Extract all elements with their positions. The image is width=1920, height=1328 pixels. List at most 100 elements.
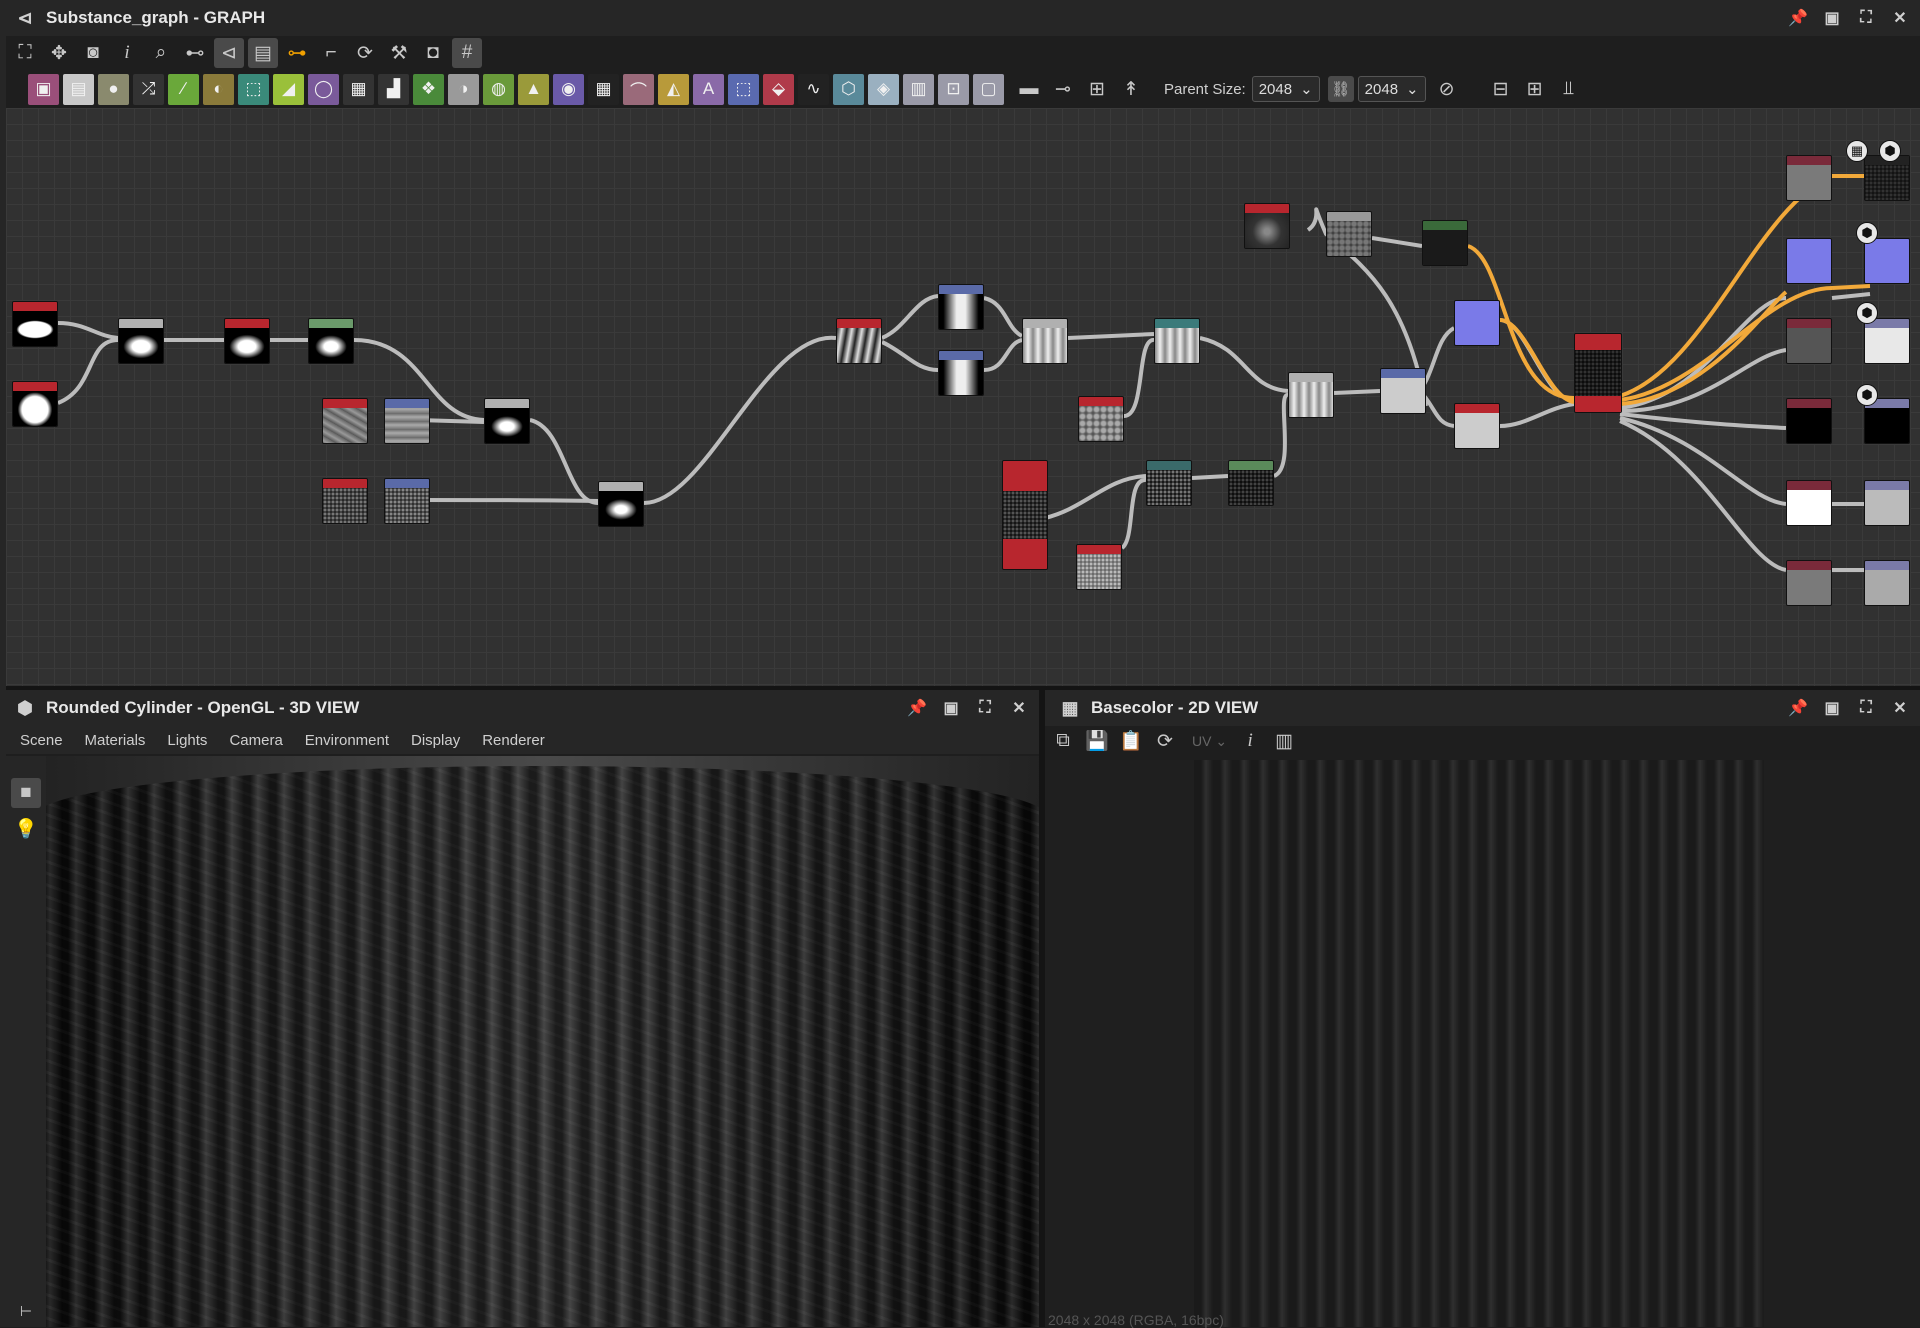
gradient-map-node-button[interactable]: ⊡ bbox=[938, 73, 969, 105]
crop-node-button[interactable]: ⬚ bbox=[728, 73, 759, 105]
pin-icon[interactable]: 📌 bbox=[907, 698, 927, 718]
levels-node-button[interactable]: ◐ bbox=[203, 73, 234, 105]
value-node-button[interactable]: ∿ bbox=[798, 73, 829, 105]
clipboard-icon[interactable]: 📋 bbox=[1116, 726, 1146, 756]
menu-scene[interactable]: Scene bbox=[20, 732, 63, 749]
close-icon[interactable]: ✕ bbox=[1890, 698, 1910, 718]
restore-icon[interactable]: ▣ bbox=[1822, 698, 1842, 718]
gradient-node-button[interactable]: ◢ bbox=[273, 73, 304, 105]
light-bulb-icon[interactable]: 💡 bbox=[11, 814, 41, 844]
graph-node-shape-a[interactable] bbox=[12, 301, 58, 347]
output-3d-icon[interactable]: ⬢ bbox=[1856, 222, 1878, 244]
distance-node-button[interactable]: ⬡ bbox=[833, 73, 864, 105]
pin-tool-icon[interactable]: ⊸ bbox=[1048, 74, 1078, 104]
graph-node-pbr-material[interactable] bbox=[1574, 333, 1622, 413]
menu-environment[interactable]: Environment bbox=[305, 732, 389, 749]
graph-node-noise-c[interactable] bbox=[1078, 396, 1124, 442]
svg-node-button[interactable]: ▤ bbox=[63, 73, 94, 105]
camera-icon[interactable]: ■ bbox=[11, 778, 41, 808]
graph-node-blend-d[interactable] bbox=[1022, 318, 1068, 364]
frame-all-icon[interactable]: ⛶ bbox=[10, 38, 40, 68]
graph-node-curve[interactable] bbox=[1422, 220, 1468, 266]
graph-node-levels-a[interactable] bbox=[224, 318, 270, 364]
pin-icon[interactable]: 📌 bbox=[1788, 8, 1808, 28]
switch-node-button[interactable]: ⤮ bbox=[133, 73, 164, 105]
graph-node-warp-a[interactable] bbox=[384, 398, 430, 444]
restore-icon[interactable]: ▣ bbox=[941, 698, 961, 718]
graph-node-out-normal-src[interactable] bbox=[1786, 238, 1832, 284]
align-h-icon[interactable]: ⊟ bbox=[1486, 74, 1516, 104]
output-3d-icon[interactable]: ⬢ bbox=[1856, 302, 1878, 324]
emboss-node-button[interactable]: ▥ bbox=[903, 73, 934, 105]
parent-size-select-a[interactable]: 2048 ⌄ bbox=[1251, 76, 1320, 102]
graph-node-transform-c[interactable] bbox=[1146, 460, 1192, 506]
graph-node-transform-d[interactable] bbox=[1228, 460, 1274, 506]
align-v-icon[interactable]: ⊞ bbox=[1520, 74, 1550, 104]
grid-icon[interactable]: # bbox=[452, 38, 482, 68]
graph-node-noise-b[interactable] bbox=[322, 478, 368, 524]
graph-node-gradient-b[interactable] bbox=[938, 350, 984, 396]
arrow-icon[interactable]: ↟ bbox=[1116, 74, 1146, 104]
graph-node-out-height[interactable] bbox=[1864, 480, 1910, 526]
close-icon[interactable]: ✕ bbox=[1009, 698, 1029, 718]
graph-node-out-roughness[interactable] bbox=[1864, 318, 1910, 364]
graph-node-out-ao[interactable] bbox=[1864, 560, 1910, 606]
tools-icon[interactable]: ⚒ bbox=[384, 38, 414, 68]
scene-tree-icon[interactable]: ⊢ bbox=[11, 1296, 41, 1326]
output-3d-icon[interactable]: ⬢ bbox=[1879, 140, 1901, 162]
graph-node-color-a[interactable] bbox=[1454, 300, 1500, 346]
graph-node-height-blend[interactable] bbox=[1454, 403, 1500, 449]
graph-node-noise-e[interactable] bbox=[1244, 203, 1290, 249]
link-icon[interactable]: ⊶ bbox=[282, 38, 312, 68]
comment-icon[interactable]: ▬ bbox=[1014, 74, 1044, 104]
snapshot-icon[interactable]: ◘ bbox=[418, 38, 448, 68]
mirror-node-button[interactable]: ◭ bbox=[658, 73, 689, 105]
graph-node-noise-a[interactable] bbox=[322, 398, 368, 444]
parent-size-select-b[interactable]: 2048 ⌄ bbox=[1357, 76, 1426, 102]
snap-icon[interactable]: ⫫ bbox=[1554, 74, 1584, 104]
connector-icon[interactable]: ⌐ bbox=[316, 38, 346, 68]
transform-node-button[interactable]: ⬚ bbox=[238, 73, 269, 105]
graph-node-out-normal[interactable] bbox=[1864, 238, 1910, 284]
output-2d-icon[interactable]: ▦ bbox=[1846, 140, 1868, 162]
restore-icon[interactable]: ▣ bbox=[1822, 8, 1842, 28]
screenshot-icon[interactable]: ◙ bbox=[78, 38, 108, 68]
maximize-icon[interactable]: ⛶ bbox=[975, 698, 995, 718]
info-icon[interactable]: i bbox=[1235, 726, 1265, 756]
menu-renderer[interactable]: Renderer bbox=[482, 732, 545, 749]
output-node-button[interactable]: ▢ bbox=[973, 73, 1004, 105]
graph-node-grunge[interactable] bbox=[1326, 211, 1372, 257]
histogram-node-button[interactable]: ▲ bbox=[518, 73, 549, 105]
graph-node-out-basecolor[interactable] bbox=[1864, 155, 1910, 201]
pixel-processor-node-button[interactable]: ⌒ bbox=[623, 73, 654, 105]
graph-canvas[interactable]: ▦ ⬢ ⬢ ⬢ ⬢ bbox=[6, 108, 1920, 686]
refresh-view-icon[interactable]: ⟳ bbox=[1150, 726, 1180, 756]
save-icon[interactable]: 💾 bbox=[1082, 726, 1112, 756]
graph-node-blend-c[interactable] bbox=[598, 481, 644, 527]
frame-icon[interactable]: ⊞ bbox=[1082, 74, 1112, 104]
histogram-icon[interactable]: ▥ bbox=[1269, 726, 1299, 756]
uv-dropdown[interactable]: UV ⌄ bbox=[1192, 733, 1227, 750]
menu-materials[interactable]: Materials bbox=[85, 732, 146, 749]
warp-node-button[interactable]: ❖ bbox=[413, 73, 444, 105]
curve-node-button[interactable]: ∕ bbox=[168, 73, 199, 105]
graph-node-out-ao-src[interactable] bbox=[1786, 560, 1832, 606]
refresh-icon[interactable]: ⟳ bbox=[350, 38, 380, 68]
maximize-icon[interactable]: ⛶ bbox=[1856, 698, 1876, 718]
graph-node-transform-a[interactable] bbox=[308, 318, 354, 364]
close-icon[interactable]: ✕ bbox=[1890, 8, 1910, 28]
graph-node-warp-b[interactable] bbox=[384, 478, 430, 524]
uniform-color-node-button[interactable]: ● bbox=[98, 73, 129, 105]
graph-node-noise-d[interactable] bbox=[1076, 544, 1122, 590]
blend-node-button[interactable]: ◑ bbox=[448, 73, 479, 105]
link-size-icon[interactable]: ⛓ bbox=[1327, 76, 1354, 102]
pin-icon[interactable]: 📌 bbox=[1788, 698, 1808, 718]
maximize-icon[interactable]: ⛶ bbox=[1856, 8, 1876, 28]
graph-node-out-roughness-src[interactable] bbox=[1786, 318, 1832, 364]
pan-icon[interactable]: ✥ bbox=[44, 38, 74, 68]
align-icon[interactable]: ⊷ bbox=[180, 38, 210, 68]
reset-size-icon[interactable]: ⊘ bbox=[1432, 74, 1462, 104]
graph-icon[interactable]: ⊲ bbox=[214, 38, 244, 68]
graph-node-out-metallic-src[interactable] bbox=[1786, 398, 1832, 444]
info-icon[interactable]: i bbox=[112, 38, 142, 68]
